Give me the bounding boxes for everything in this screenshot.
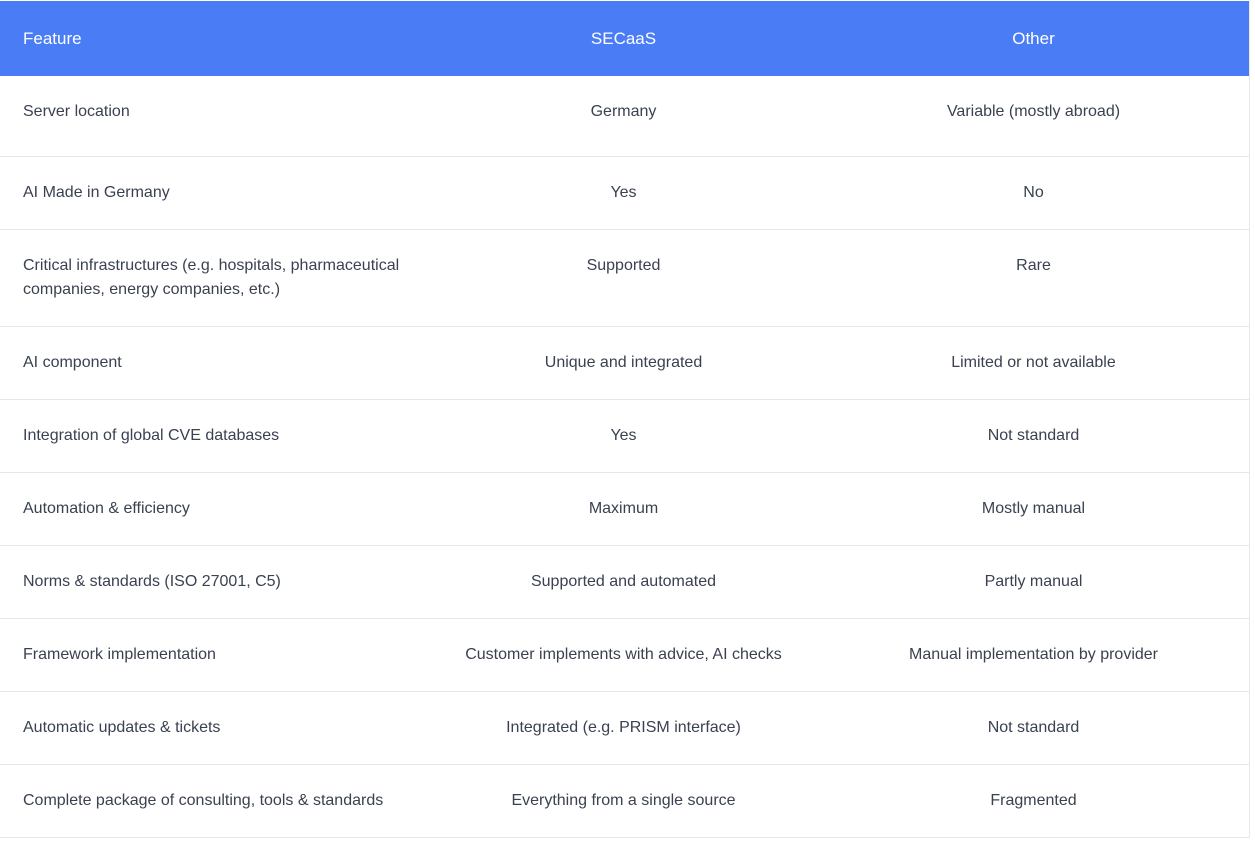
cell-other: Fragmented — [818, 764, 1249, 838]
cell-secaas: Yes — [429, 399, 818, 473]
cell-feature: Automation & efficiency — [0, 472, 429, 546]
cell-other: Rare — [818, 229, 1249, 327]
table-row: AI Made in Germany Yes No — [0, 156, 1249, 230]
cell-feature: AI component — [0, 326, 429, 400]
cell-secaas: Integrated (e.g. PRISM interface) — [429, 691, 818, 765]
table-body: Server location Germany Variable (mostly… — [0, 76, 1249, 838]
cell-other: Not standard — [818, 399, 1249, 473]
cell-feature: Integration of global CVE databases — [0, 399, 429, 473]
cell-feature: Automatic updates & tickets — [0, 691, 429, 765]
cell-secaas: Everything from a single source — [429, 764, 818, 838]
cell-other: Mostly manual — [818, 472, 1249, 546]
table-row: Framework implementation Customer implem… — [0, 618, 1249, 692]
cell-feature: Norms & standards (ISO 27001, C5) — [0, 545, 429, 619]
cell-secaas: Supported — [429, 229, 818, 327]
cell-other: Variable (mostly abroad) — [818, 76, 1249, 157]
cell-other: Not standard — [818, 691, 1249, 765]
cell-other: Manual implementation by provider — [818, 618, 1249, 692]
cell-feature: AI Made in Germany — [0, 156, 429, 230]
cell-feature: Complete package of consulting, tools & … — [0, 764, 429, 838]
cell-feature: Server location — [0, 76, 429, 157]
cell-secaas: Customer implements with advice, AI chec… — [429, 618, 818, 692]
table-row: Critical infrastructures (e.g. hospitals… — [0, 229, 1249, 327]
cell-secaas: Maximum — [429, 472, 818, 546]
cell-other: No — [818, 156, 1249, 230]
table-row: Server location Germany Variable (mostly… — [0, 76, 1249, 157]
table-row: Norms & standards (ISO 27001, C5) Suppor… — [0, 545, 1249, 619]
cell-secaas: Supported and automated — [429, 545, 818, 619]
table-row: AI component Unique and integrated Limit… — [0, 326, 1249, 400]
comparison-table: Feature SECaaS Other Server location Ger… — [0, 1, 1249, 838]
cell-other: Limited or not available — [818, 326, 1249, 400]
table-row: Automation & efficiency Maximum Mostly m… — [0, 472, 1249, 546]
table-row: Complete package of consulting, tools & … — [0, 764, 1249, 838]
cell-other: Partly manual — [818, 545, 1249, 619]
header-secaas: SECaaS — [429, 1, 818, 76]
header-other: Other — [818, 1, 1249, 76]
table-row: Automatic updates & tickets Integrated (… — [0, 691, 1249, 765]
cell-secaas: Yes — [429, 156, 818, 230]
table-header-row: Feature SECaaS Other — [0, 1, 1249, 76]
cell-feature: Critical infrastructures (e.g. hospitals… — [0, 229, 429, 327]
header-feature: Feature — [0, 1, 429, 76]
table-header: Feature SECaaS Other — [0, 1, 1249, 76]
comparison-table-container: Feature SECaaS Other Server location Ger… — [0, 1, 1250, 838]
cell-feature: Framework implementation — [0, 618, 429, 692]
cell-secaas: Unique and integrated — [429, 326, 818, 400]
table-row: Integration of global CVE databases Yes … — [0, 399, 1249, 473]
cell-secaas: Germany — [429, 76, 818, 157]
